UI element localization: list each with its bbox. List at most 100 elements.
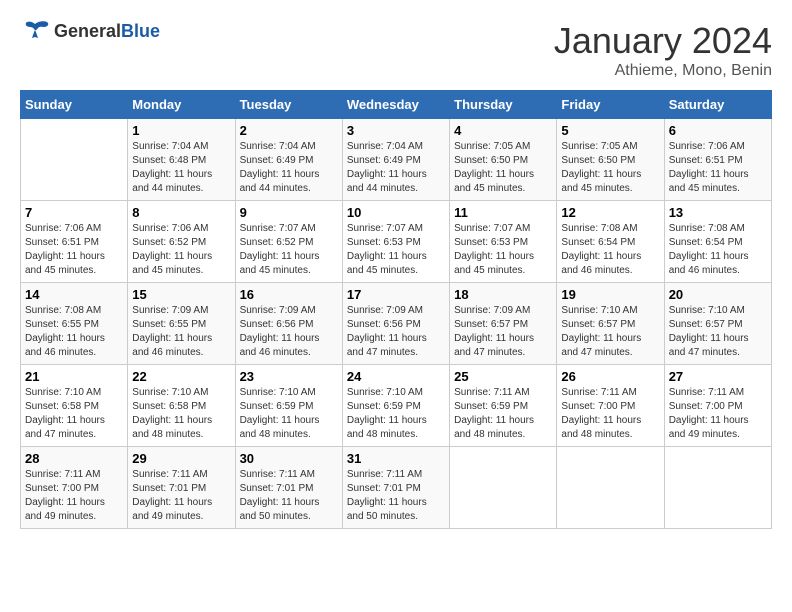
day-number: 8 — [132, 205, 230, 220]
day-number: 23 — [240, 369, 338, 384]
calendar-week-1: 1 Sunrise: 7:04 AMSunset: 6:48 PMDaylight… — [21, 119, 772, 201]
day-info: Sunrise: 7:05 AMSunset: 6:50 PMDaylight:… — [454, 140, 552, 196]
calendar-cell: 26 Sunrise: 7:11 AMSunset: 7:00 PMDayligh… — [557, 365, 664, 447]
day-number: 26 — [561, 369, 659, 384]
day-info: Sunrise: 7:09 AMSunset: 6:56 PMDaylight:… — [240, 304, 338, 360]
day-info: Sunrise: 7:04 AMSunset: 6:49 PMDaylight:… — [347, 140, 445, 196]
day-number: 1 — [132, 123, 230, 138]
day-info: Sunrise: 7:10 AMSunset: 6:58 PMDaylight:… — [132, 386, 230, 442]
logo-icon — [20, 20, 50, 42]
day-number: 29 — [132, 451, 230, 466]
calendar-cell: 11Sunrise: 7:07 AMSunset: 6:53 PMDayligh… — [450, 201, 557, 283]
day-info: Sunrise: 7:11 AMSunset: 7:00 PMDaylight:… — [25, 468, 123, 524]
col-saturday: Saturday — [664, 91, 771, 119]
day-info: Sunrise: 7:08 AMSunset: 6:54 PMDaylight:… — [561, 222, 659, 278]
day-number: 20 — [669, 287, 767, 302]
day-number: 21 — [25, 369, 123, 384]
day-number: 24 — [347, 369, 445, 384]
logo-text: GeneralBlue — [54, 21, 160, 42]
calendar-title: January 2024 — [554, 20, 772, 62]
calendar-cell: 13 Sunrise: 7:08 AMSunset: 6:54 PMDayligh… — [664, 201, 771, 283]
day-number: 5 — [561, 123, 659, 138]
logo-general: General — [54, 21, 121, 41]
calendar-cell: 9Sunrise: 7:07 AMSunset: 6:52 PMDaylight… — [235, 201, 342, 283]
calendar-cell: 18 Sunrise: 7:09 AMSunset: 6:57 PMDayligh… — [450, 283, 557, 365]
day-info: Sunrise: 7:09 AMSunset: 6:55 PMDaylight:… — [132, 304, 230, 360]
header-row: Sunday Monday Tuesday Wednesday Thursday… — [21, 91, 772, 119]
calendar-cell: 6Sunrise: 7:06 AMSunset: 6:51 PMDaylight… — [664, 119, 771, 201]
calendar-cell: 1 Sunrise: 7:04 AMSunset: 6:48 PMDaylight… — [128, 119, 235, 201]
calendar-cell: 14 Sunrise: 7:08 AMSunset: 6:55 PMDayligh… — [21, 283, 128, 365]
day-number: 10 — [347, 205, 445, 220]
calendar-cell: 30Sunrise: 7:11 AMSunset: 7:01 PMDayligh… — [235, 447, 342, 529]
day-info: Sunrise: 7:11 AMSunset: 7:00 PMDaylight:… — [561, 386, 659, 442]
day-info: Sunrise: 7:04 AMSunset: 6:48 PMDaylight:… — [132, 140, 230, 196]
col-thursday: Thursday — [450, 91, 557, 119]
title-block: January 2024 Athieme, Mono, Benin — [554, 20, 772, 80]
day-info: Sunrise: 7:08 AMSunset: 6:54 PMDaylight:… — [669, 222, 767, 278]
calendar-cell: 22Sunrise: 7:10 AMSunset: 6:58 PMDayligh… — [128, 365, 235, 447]
day-number: 12 — [561, 205, 659, 220]
day-number: 18 — [454, 287, 552, 302]
logo-blue: Blue — [121, 21, 160, 41]
day-info: Sunrise: 7:10 AMSunset: 6:58 PMDaylight:… — [25, 386, 123, 442]
calendar-cell: 5 Sunrise: 7:05 AMSunset: 6:50 PMDaylight… — [557, 119, 664, 201]
page-header: GeneralBlue January 2024 Athieme, Mono, … — [20, 20, 772, 80]
calendar-cell: 20 Sunrise: 7:10 AMSunset: 6:57 PMDayligh… — [664, 283, 771, 365]
day-number: 15 — [132, 287, 230, 302]
calendar-header: Sunday Monday Tuesday Wednesday Thursday… — [21, 91, 772, 119]
calendar-cell: 24 Sunrise: 7:10 AMSunset: 6:59 PMDayligh… — [342, 365, 449, 447]
col-wednesday: Wednesday — [342, 91, 449, 119]
day-info: Sunrise: 7:04 AMSunset: 6:49 PMDaylight:… — [240, 140, 338, 196]
day-info: Sunrise: 7:11 AMSunset: 6:59 PMDaylight:… — [454, 386, 552, 442]
day-info: Sunrise: 7:08 AMSunset: 6:55 PMDaylight:… — [25, 304, 123, 360]
col-friday: Friday — [557, 91, 664, 119]
day-number: 6 — [669, 123, 767, 138]
calendar-cell: 12 Sunrise: 7:08 AMSunset: 6:54 PMDayligh… — [557, 201, 664, 283]
calendar-cell: 31 Sunrise: 7:11 AMSunset: 7:01 PMDayligh… — [342, 447, 449, 529]
calendar-cell: 8 Sunrise: 7:06 AMSunset: 6:52 PMDaylight… — [128, 201, 235, 283]
day-info: Sunrise: 7:11 AMSunset: 7:00 PMDaylight:… — [669, 386, 767, 442]
calendar-cell — [557, 447, 664, 529]
calendar-cell: 16Sunrise: 7:09 AMSunset: 6:56 PMDayligh… — [235, 283, 342, 365]
logo: GeneralBlue — [20, 20, 160, 42]
calendar-cell: 15 Sunrise: 7:09 AMSunset: 6:55 PMDayligh… — [128, 283, 235, 365]
day-info: Sunrise: 7:07 AMSunset: 6:53 PMDaylight:… — [347, 222, 445, 278]
calendar-cell: 27 Sunrise: 7:11 AMSunset: 7:00 PMDayligh… — [664, 365, 771, 447]
day-number: 4 — [454, 123, 552, 138]
calendar-week-3: 14 Sunrise: 7:08 AMSunset: 6:55 PMDayligh… — [21, 283, 772, 365]
day-number: 31 — [347, 451, 445, 466]
calendar-cell: 28 Sunrise: 7:11 AMSunset: 7:00 PMDayligh… — [21, 447, 128, 529]
calendar-table: Sunday Monday Tuesday Wednesday Thursday… — [20, 90, 772, 529]
day-number: 27 — [669, 369, 767, 384]
calendar-cell: 21 Sunrise: 7:10 AMSunset: 6:58 PMDayligh… — [21, 365, 128, 447]
day-number: 17 — [347, 287, 445, 302]
calendar-cell — [664, 447, 771, 529]
calendar-cell: 7Sunrise: 7:06 AMSunset: 6:51 PMDaylight… — [21, 201, 128, 283]
day-number: 13 — [669, 205, 767, 220]
day-info: Sunrise: 7:11 AMSunset: 7:01 PMDaylight:… — [347, 468, 445, 524]
calendar-cell: 23Sunrise: 7:10 AMSunset: 6:59 PMDayligh… — [235, 365, 342, 447]
calendar-cell: 17 Sunrise: 7:09 AMSunset: 6:56 PMDayligh… — [342, 283, 449, 365]
day-number: 7 — [25, 205, 123, 220]
day-info: Sunrise: 7:10 AMSunset: 6:57 PMDaylight:… — [669, 304, 767, 360]
day-number: 25 — [454, 369, 552, 384]
day-number: 2 — [240, 123, 338, 138]
calendar-cell: 29 Sunrise: 7:11 AMSunset: 7:01 PMDayligh… — [128, 447, 235, 529]
day-info: Sunrise: 7:10 AMSunset: 6:57 PMDaylight:… — [561, 304, 659, 360]
day-number: 14 — [25, 287, 123, 302]
day-number: 3 — [347, 123, 445, 138]
day-info: Sunrise: 7:11 AMSunset: 7:01 PMDaylight:… — [132, 468, 230, 524]
day-info: Sunrise: 7:09 AMSunset: 6:56 PMDaylight:… — [347, 304, 445, 360]
calendar-cell: 25 Sunrise: 7:11 AMSunset: 6:59 PMDayligh… — [450, 365, 557, 447]
day-info: Sunrise: 7:09 AMSunset: 6:57 PMDaylight:… — [454, 304, 552, 360]
day-number: 9 — [240, 205, 338, 220]
day-info: Sunrise: 7:07 AMSunset: 6:53 PMDaylight:… — [454, 222, 552, 278]
col-tuesday: Tuesday — [235, 91, 342, 119]
day-info: Sunrise: 7:10 AMSunset: 6:59 PMDaylight:… — [347, 386, 445, 442]
col-sunday: Sunday — [21, 91, 128, 119]
calendar-week-2: 7Sunrise: 7:06 AMSunset: 6:51 PMDaylight… — [21, 201, 772, 283]
day-info: Sunrise: 7:06 AMSunset: 6:52 PMDaylight:… — [132, 222, 230, 278]
day-number: 28 — [25, 451, 123, 466]
day-info: Sunrise: 7:05 AMSunset: 6:50 PMDaylight:… — [561, 140, 659, 196]
